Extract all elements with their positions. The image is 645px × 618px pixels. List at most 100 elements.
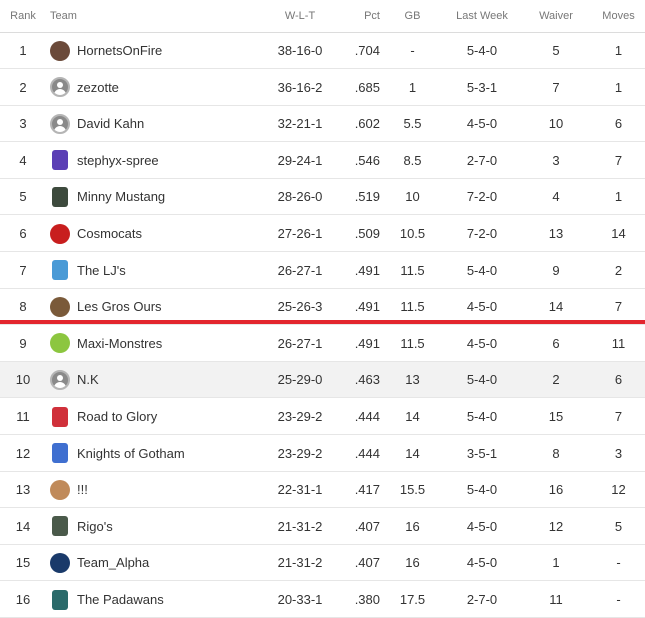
waiver-cell: 6 bbox=[552, 335, 560, 351]
monster-logo-icon bbox=[50, 333, 70, 354]
team-name-link[interactable]: Cosmocats bbox=[77, 226, 142, 241]
table-row: 12 Knights of Gotham 23-29-2 .444 14 3-5-1 8 3 bbox=[0, 436, 645, 472]
moves-cell: 3 bbox=[614, 445, 623, 461]
header-pct[interactable]: Pct bbox=[336, 0, 380, 32]
wlt-cell: 27-26-1 bbox=[277, 226, 323, 241]
team-cell[interactable]: The LJ's bbox=[50, 253, 270, 288]
team-cell[interactable]: HornetsOnFire bbox=[50, 33, 270, 68]
last-week-cell: 5-4-0 bbox=[466, 262, 498, 278]
last-week-cell: 5-4-0 bbox=[466, 409, 498, 424]
team-cell[interactable]: Les Gros Ours bbox=[50, 289, 270, 324]
pct-cell: .407 bbox=[354, 555, 380, 571]
moves-cell: 6 bbox=[614, 372, 623, 388]
last-week-cell: 2-7-0 bbox=[466, 152, 498, 168]
team-name-link[interactable]: !!! bbox=[77, 482, 88, 497]
gb-cell: 10.5 bbox=[399, 226, 426, 241]
header-waiver[interactable]: Waiver bbox=[524, 0, 588, 32]
rank-cell: 5 bbox=[19, 189, 27, 205]
pct-cell: .685 bbox=[354, 79, 380, 95]
team-name-link[interactable]: The LJ's bbox=[77, 263, 126, 278]
pct-cell: .407 bbox=[354, 518, 380, 534]
table-row: 1 HornetsOnFire 38-16-0 .704 - 5-4-0 5 1 bbox=[0, 33, 645, 69]
rank-cell: 1 bbox=[19, 43, 27, 58]
team-name-link[interactable]: stephyx-spree bbox=[77, 153, 159, 168]
header-gb[interactable]: GB bbox=[385, 0, 440, 32]
team-cell[interactable]: !!! bbox=[50, 472, 270, 507]
header-team[interactable]: Team bbox=[50, 0, 270, 32]
gb-cell: 16 bbox=[405, 518, 420, 534]
moves-cell: 12 bbox=[611, 482, 626, 498]
header-moves[interactable]: Moves bbox=[596, 0, 641, 32]
table-row: 3 David Kahn 32-21-1 .602 5.5 4-5-0 10 6 bbox=[0, 106, 645, 143]
team-name-link[interactable]: Road to Glory bbox=[77, 409, 157, 424]
last-week-cell: 7-2-0 bbox=[466, 226, 498, 241]
pct-cell: .704 bbox=[354, 43, 380, 58]
table-row: 16 The Padawans 20-33-1 .380 17.5 2-7-0 11 - bbox=[0, 582, 645, 618]
team-name-link[interactable]: Minny Mustang bbox=[77, 189, 165, 204]
pct-cell: .444 bbox=[354, 409, 380, 424]
team-cell[interactable]: Cosmocats bbox=[50, 216, 270, 251]
team-cell[interactable]: The Padawans bbox=[50, 582, 270, 617]
team-name-link[interactable]: Rigo's bbox=[77, 519, 113, 534]
table-row: 9 Maxi-Monstres 26-27-1 .491 11.5 4-5-0 6 11 bbox=[0, 326, 645, 362]
jersey-icon bbox=[52, 516, 68, 537]
team-cell[interactable]: N.K bbox=[50, 362, 270, 397]
rank-cell: 7 bbox=[19, 262, 27, 278]
waiver-cell: 15 bbox=[548, 409, 564, 424]
last-week-cell: 2-7-0 bbox=[466, 592, 498, 607]
header-last-week[interactable]: Last Week bbox=[443, 0, 521, 32]
rank-cell: 15 bbox=[15, 555, 31, 571]
gb-cell: 14 bbox=[405, 409, 420, 424]
team-name-link[interactable]: The Padawans bbox=[77, 592, 164, 607]
wlt-cell: 38-16-0 bbox=[277, 43, 323, 58]
team-name-link[interactable]: Team_Alpha bbox=[77, 555, 149, 570]
jersey-icon bbox=[52, 443, 68, 464]
team-cell[interactable]: David Kahn bbox=[50, 106, 270, 141]
wlt-cell: 25-29-0 bbox=[277, 372, 323, 388]
team-cell[interactable]: Minny Mustang bbox=[50, 179, 270, 214]
team-cell[interactable]: Maxi-Monstres bbox=[50, 326, 270, 361]
team-name-link[interactable]: Maxi-Monstres bbox=[77, 336, 162, 351]
cosmocats-logo-icon bbox=[50, 223, 70, 244]
team-name-link[interactable]: HornetsOnFire bbox=[77, 43, 162, 58]
team-cell[interactable]: Knights of Gotham bbox=[50, 436, 270, 471]
waiver-cell: 13 bbox=[548, 226, 564, 241]
table-row: 4 stephyx-spree 29-24-1 .546 8.5 2-7-0 3 7 bbox=[0, 143, 645, 179]
wlt-cell: 21-31-2 bbox=[277, 518, 323, 534]
pct-cell: .509 bbox=[354, 226, 380, 241]
team-cell[interactable]: zezotte bbox=[50, 70, 270, 105]
team-cell[interactable]: Road to Glory bbox=[50, 399, 270, 434]
waiver-cell: 10 bbox=[548, 116, 564, 132]
bear-logo-icon bbox=[50, 296, 70, 317]
team-cell[interactable]: stephyx-spree bbox=[50, 143, 270, 178]
wlt-cell: 32-21-1 bbox=[277, 116, 323, 132]
default-avatar-icon bbox=[50, 77, 70, 98]
header-wlt[interactable]: W-L-T bbox=[264, 0, 336, 32]
moves-cell: 7 bbox=[614, 299, 623, 315]
team-cell[interactable]: Rigo's bbox=[50, 509, 270, 544]
team-cell[interactable]: Team_Alpha bbox=[50, 545, 270, 580]
table-row: 11 Road to Glory 23-29-2 .444 14 5-4-0 15 7 bbox=[0, 399, 645, 435]
gb-cell: 1 bbox=[408, 79, 417, 95]
rank-cell: 3 bbox=[19, 116, 27, 132]
team-name-link[interactable]: N.K bbox=[77, 372, 99, 387]
team-name-link[interactable]: zezotte bbox=[77, 80, 119, 95]
moves-cell: 14 bbox=[611, 226, 626, 241]
team-name-link[interactable]: David Kahn bbox=[77, 116, 144, 131]
gb-cell: 5.5 bbox=[403, 116, 422, 132]
pct-cell: .417 bbox=[354, 482, 380, 498]
moves-cell: 1 bbox=[614, 79, 623, 95]
rank-cell: 12 bbox=[15, 445, 31, 461]
pct-cell: .519 bbox=[354, 189, 380, 205]
alpha-logo-icon bbox=[50, 552, 70, 573]
waiver-cell: 2 bbox=[552, 372, 560, 388]
rank-cell: 9 bbox=[19, 335, 27, 351]
gb-cell: - bbox=[410, 43, 415, 58]
gb-cell: 14 bbox=[405, 445, 420, 461]
rank-cell: 14 bbox=[15, 518, 31, 534]
pct-cell: .491 bbox=[354, 335, 380, 351]
team-name-link[interactable]: Les Gros Ours bbox=[77, 299, 162, 314]
team-name-link[interactable]: Knights of Gotham bbox=[77, 446, 185, 461]
header-rank[interactable]: Rank bbox=[0, 0, 46, 32]
last-week-cell: 3-5-1 bbox=[466, 445, 498, 461]
